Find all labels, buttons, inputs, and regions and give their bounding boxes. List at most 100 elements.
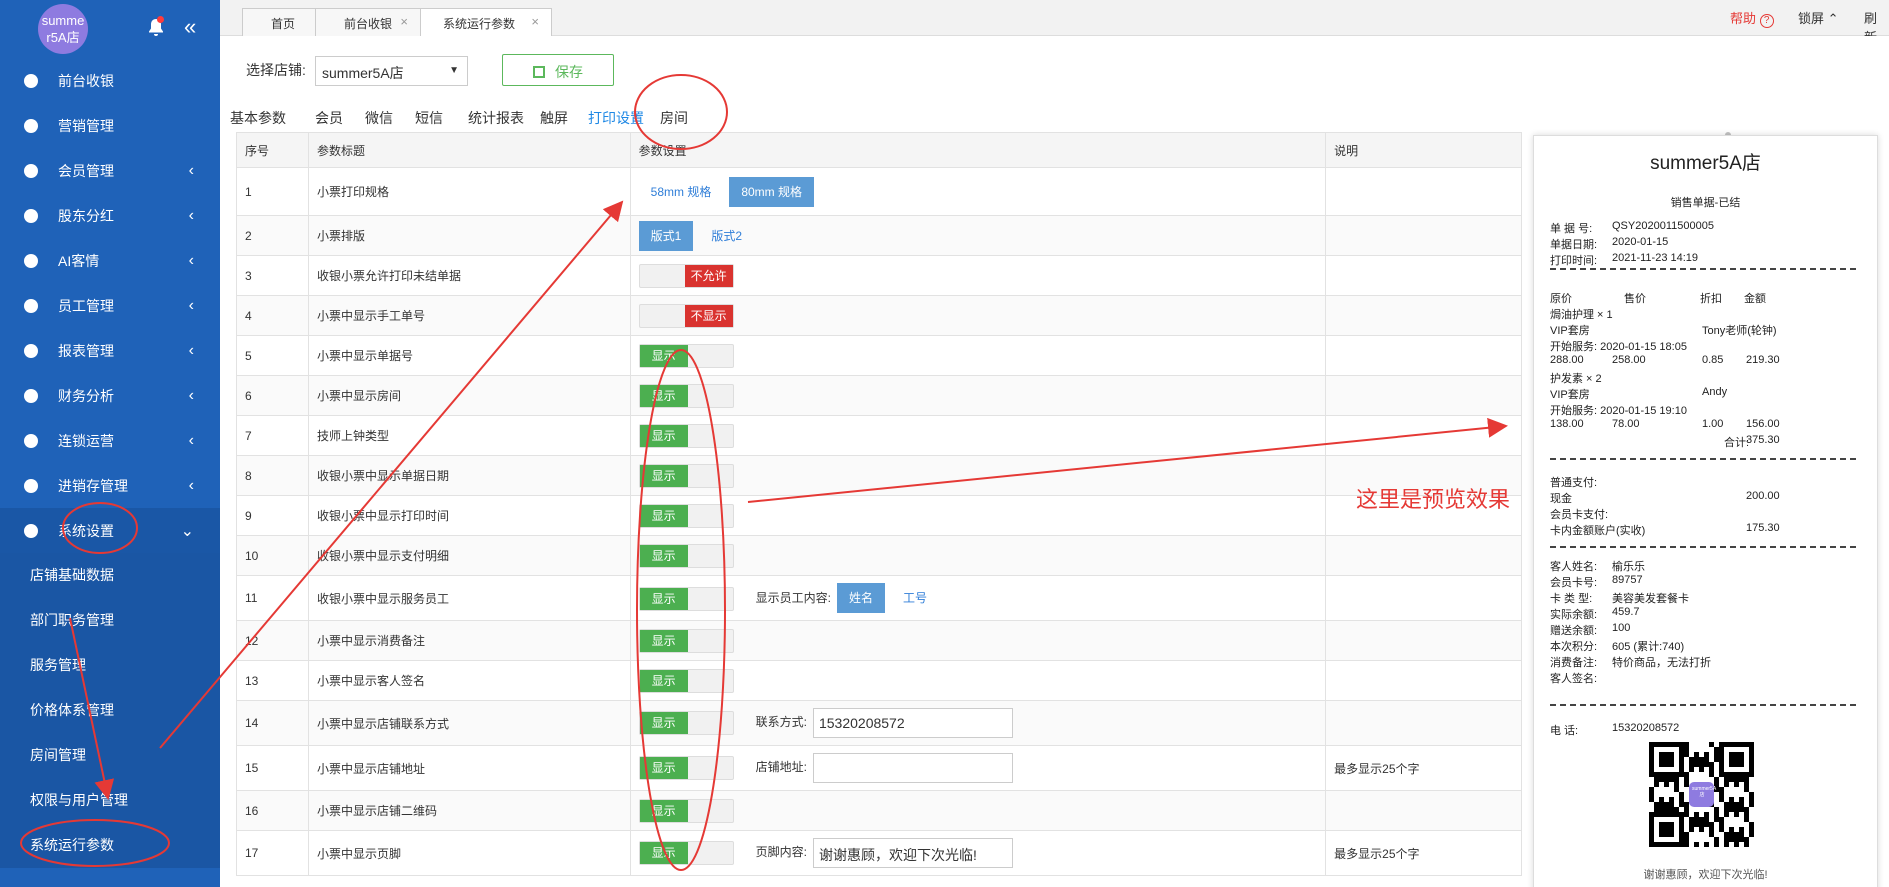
param-tab[interactable]: 触屏 xyxy=(540,108,568,128)
sidebar-item[interactable]: 系统设置 ⌄ xyxy=(0,508,220,553)
submenu-item[interactable]: 房间管理 xyxy=(0,733,220,778)
tab-front-desk[interactable]: 前台收银 × xyxy=(315,8,421,36)
toggle-label: 不显示 xyxy=(684,304,733,327)
sidebar-item[interactable]: 营销管理 xyxy=(0,103,220,148)
toggle-switch[interactable]: 显示 xyxy=(638,711,734,735)
submenu-item[interactable]: 价格体系管理 xyxy=(0,688,220,733)
row-title: 小票中显示店铺地址 xyxy=(307,745,631,791)
row-number: 17 xyxy=(236,830,309,876)
setting-input[interactable]: 谢谢惠顾，欢迎下次光临! xyxy=(812,838,1013,868)
table-row: 17 小票中显示页脚 显示 页脚内容: 谢谢惠顾，欢迎下次光临! 最多显示25个字 xyxy=(236,830,1522,876)
store-logo[interactable]: summe r5A店 xyxy=(38,4,88,54)
column-header: 序号 xyxy=(236,132,309,168)
sidebar-header: summe r5A店 « xyxy=(0,0,220,58)
toggle-switch[interactable]: 不显示 xyxy=(638,303,734,328)
toggle-switch[interactable]: 显示 xyxy=(638,463,734,488)
chevron-left-icon: ‹ xyxy=(188,341,194,359)
setting-extra-label: 页脚内容: xyxy=(755,845,807,860)
param-tab[interactable]: 会员 xyxy=(315,108,343,128)
submenu-item[interactable]: 权限与用户管理 xyxy=(0,778,220,823)
sidebar-item[interactable]: AI客情 ‹ xyxy=(0,238,220,283)
receipt-member-label: 卡 类 型: xyxy=(1550,593,1593,605)
lock-screen-button[interactable]: 锁屏 ⌃ xyxy=(1798,8,1839,27)
toggle-switch[interactable]: 显示 xyxy=(638,668,734,693)
submenu-item[interactable]: 店铺基础数据 xyxy=(0,553,220,598)
submenu-item[interactable]: 部门职务管理 xyxy=(0,598,220,643)
toggle-switch[interactable]: 显示 xyxy=(638,841,734,865)
row-setting: 58mm 规格 80mm 规格 xyxy=(629,167,1327,216)
user-icon xyxy=(20,295,42,317)
sidebar-submenu: 店铺基础数据 部门职务管理 服务管理 价格体系管理 房间管理 权限与用户管理 系统运行参数 xyxy=(0,553,220,868)
param-tab[interactable]: 基本参数 xyxy=(230,108,286,128)
help-link[interactable]: 帮助 ? xyxy=(1730,8,1774,28)
row-title: 小票中显示单据号 xyxy=(307,335,631,376)
close-icon[interactable]: × xyxy=(400,14,408,29)
toggle-switch[interactable]: 显示 xyxy=(638,503,734,528)
toggle-switch[interactable]: 显示 xyxy=(638,423,734,448)
bell-icon[interactable] xyxy=(144,16,168,40)
toggle-switch[interactable]: 显示 xyxy=(638,798,734,823)
param-tab[interactable]: 短信 xyxy=(415,108,443,128)
submenu-item[interactable]: 服务管理 xyxy=(0,643,220,688)
store-select[interactable]: summer5A店 ▼ xyxy=(315,56,468,86)
collapse-sidebar-icon[interactable]: « xyxy=(184,14,196,40)
sidebar-item[interactable]: 前台收银 xyxy=(0,58,220,103)
toggle-switch[interactable]: 显示 xyxy=(638,343,734,368)
toggle-switch[interactable]: 显示 xyxy=(638,543,734,568)
row-title: 技师上钟类型 xyxy=(307,415,631,456)
close-icon[interactable]: × xyxy=(531,14,539,29)
row-setting: 显示 xyxy=(629,455,1327,496)
row-setting: 版式1 版式2 xyxy=(629,215,1327,256)
option-button[interactable]: 工号 xyxy=(891,583,939,613)
sidebar-item[interactable]: 连锁运营 ‹ xyxy=(0,418,220,463)
receipt-item: 288.00 xyxy=(1550,354,1584,366)
toggle-switch[interactable]: 不允许 xyxy=(638,263,734,288)
option-button[interactable]: 80mm 规格 xyxy=(729,176,815,207)
toggle-label: 显示 xyxy=(639,587,688,610)
chevron-up-icon: ⌃ xyxy=(1827,11,1839,26)
notification-dot xyxy=(157,16,164,23)
row-note xyxy=(1325,790,1522,831)
row-note xyxy=(1325,535,1522,576)
row-setting: 显示 显示员工内容: 姓名 工号 xyxy=(629,575,1327,621)
yen-icon xyxy=(20,70,42,92)
param-tab[interactable]: 统计报表 xyxy=(468,108,524,128)
receipt-footer: 谢谢惠顾，欢迎下次光临! xyxy=(1643,869,1768,881)
toggle-switch[interactable]: 显示 xyxy=(638,383,734,408)
option-button[interactable]: 版式2 xyxy=(699,221,754,251)
toggle-switch[interactable]: 显示 xyxy=(638,628,734,653)
option-button[interactable]: 姓名 xyxy=(836,583,885,613)
option-button[interactable]: 版式1 xyxy=(638,220,694,251)
sidebar-item[interactable]: 员工管理 ‹ xyxy=(0,283,220,328)
param-tab[interactable]: 微信 xyxy=(365,108,393,128)
receipt-member-label: 客人签名: xyxy=(1550,673,1598,685)
chevron-left-icon: ‹ xyxy=(188,476,194,494)
house-icon xyxy=(20,475,42,497)
receipt-phone: 15320208572 xyxy=(1612,722,1680,734)
receipt-member-label: 实际余额: xyxy=(1550,609,1598,621)
table-row: 9 收银小票中显示打印时间 显示 xyxy=(236,495,1522,536)
sidebar-item[interactable]: 股东分红 ‹ xyxy=(0,193,220,238)
setting-input[interactable] xyxy=(812,753,1013,783)
sidebar-item-label: 连锁运营 xyxy=(58,432,114,449)
param-tab[interactable]: 房间 xyxy=(660,108,688,128)
row-setting: 显示 联系方式: 15320208572 xyxy=(629,700,1327,746)
toggle-switch[interactable]: 显示 xyxy=(638,756,734,780)
submenu-item[interactable]: 系统运行参数 xyxy=(0,823,220,868)
grid-icon xyxy=(20,115,42,137)
option-button[interactable]: 58mm 规格 xyxy=(639,177,724,207)
tab-system-params[interactable]: 系统运行参数 × xyxy=(420,8,552,36)
save-button[interactable]: 保存 xyxy=(502,54,614,86)
setting-input[interactable]: 15320208572 xyxy=(812,708,1013,738)
sidebar-item[interactable]: 会员管理 ‹ xyxy=(0,148,220,193)
sidebar-item[interactable]: 财务分析 ‹ xyxy=(0,373,220,418)
row-number: 16 xyxy=(236,790,309,831)
toggle-label: 不允许 xyxy=(684,264,733,287)
receipt-item: 78.00 xyxy=(1612,418,1640,430)
sidebar-item[interactable]: 报表管理 ‹ xyxy=(0,328,220,373)
param-tab[interactable]: 打印设置 xyxy=(588,108,644,128)
receipt-field-label: 单 据 号: xyxy=(1550,223,1593,235)
sidebar-item[interactable]: 进销存管理 ‹ xyxy=(0,463,220,508)
toggle-switch[interactable]: 显示 xyxy=(638,586,734,611)
sidebar-item-label: 股东分红 xyxy=(58,207,114,224)
